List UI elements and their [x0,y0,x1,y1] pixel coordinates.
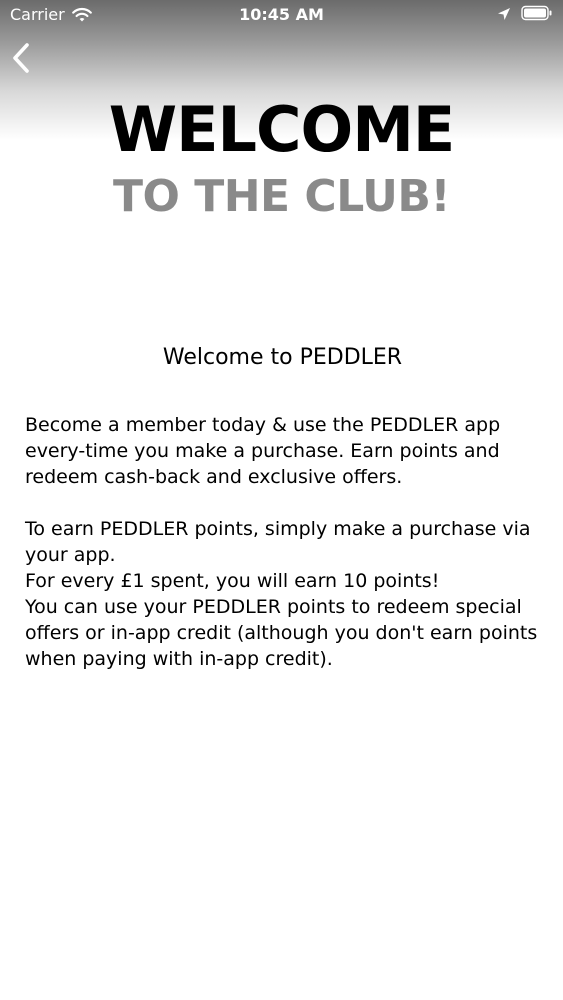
battery-icon [521,5,553,21]
logo-welcome-text: WELCOME [108,93,456,166]
screen: Carrier 10:45 AM WELCOME TO THE CLUB! We… [0,0,563,1000]
points-rate-paragraph: For every £1 spent, you will earn 10 poi… [25,570,440,592]
membership-paragraph: Become a member today & use the PEDDLER … [25,414,501,488]
content: Welcome to PEDDLER Become a member today… [25,340,540,672]
back-button[interactable] [8,40,38,76]
status-right-group [497,5,553,21]
chevron-left-icon [13,43,29,73]
location-icon [497,6,511,20]
page-title: Welcome to PEDDLER [162,345,403,370]
redeem-paragraph: You can use your PEDDLER points to redee… [25,596,538,670]
welcome-logo: WELCOME TO THE CLUB! [0,95,563,227]
earn-points-paragraph: To earn PEDDLER points, simply make a pu… [25,518,531,566]
logo-club-text: TO THE CLUB! [112,171,451,222]
clock: 10:45 AM [239,5,324,24]
status-bar: Carrier 10:45 AM [0,0,563,30]
